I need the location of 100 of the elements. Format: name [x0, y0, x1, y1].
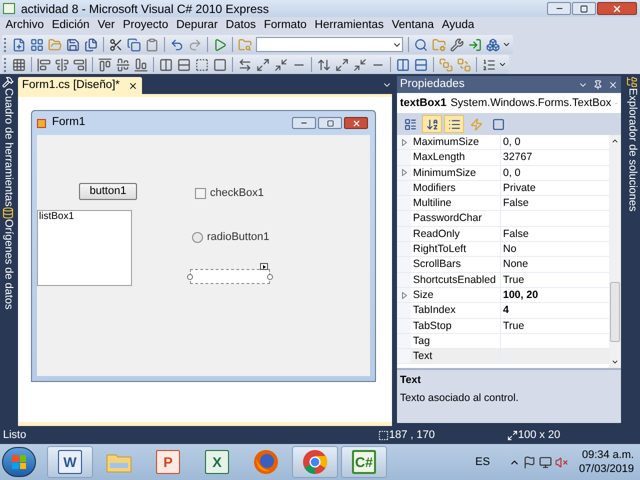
taskbar-button[interactable] [292, 446, 338, 478]
close-button[interactable] [344, 117, 368, 129]
menu-item[interactable]: Datos [222, 16, 260, 34]
property-row[interactable]: MaximumSize 0, 0 [397, 135, 609, 150]
clock-time[interactable]: 09:34 a.m. [582, 448, 634, 462]
form-button[interactable]: button1 [79, 183, 137, 200]
property-value[interactable]: No [501, 242, 609, 256]
horizontal-spacing-icon[interactable] [238, 58, 252, 72]
align-rights-icon[interactable] [73, 58, 87, 72]
expand-icon[interactable] [402, 138, 406, 146]
muted-speaker-icon[interactable] [554, 456, 568, 468]
toolbar-overflow-icon[interactable] [502, 40, 511, 49]
start-button[interactable] [2, 447, 36, 477]
property-row[interactable]: TabIndex 4 [397, 303, 609, 319]
close-button[interactable] [597, 2, 637, 15]
property-value[interactable]: 100, 20 [501, 288, 609, 302]
property-row[interactable]: TabStop True [397, 318, 609, 334]
flag-icon[interactable] [522, 456, 536, 468]
maximize-button[interactable] [318, 117, 342, 129]
save-icon[interactable] [66, 38, 80, 52]
property-value[interactable]: True [501, 318, 609, 333]
menu-item[interactable]: Herramientas [311, 16, 388, 34]
cut-icon[interactable] [109, 38, 123, 52]
same-size-icon[interactable] [195, 58, 209, 72]
checkbox[interactable] [195, 188, 206, 199]
dock-tab[interactable]: Explorador de soluciones [622, 88, 640, 212]
find-icon[interactable] [414, 38, 428, 52]
start-page-icon[interactable] [468, 38, 482, 52]
property-row[interactable]: ScrollBars None [397, 257, 609, 273]
same-height-icon[interactable] [177, 58, 191, 72]
center-vertically-icon[interactable] [414, 58, 428, 72]
selection-handle[interactable] [187, 274, 193, 280]
add-item-icon[interactable] [30, 38, 44, 52]
save-all-icon[interactable] [84, 38, 98, 52]
dock-tab[interactable]: Cuadro de herramientas [0, 88, 18, 207]
vertical-spacing-icon[interactable] [317, 58, 331, 72]
property-value[interactable]: False [501, 196, 609, 210]
property-row[interactable]: Size 100, 20 [397, 288, 609, 304]
size-to-grid-icon[interactable] [213, 58, 227, 72]
property-row[interactable]: Multiline False [397, 196, 609, 212]
property-value[interactable]: None [501, 257, 609, 272]
property-value[interactable]: True [501, 272, 609, 287]
scroll-down-icon[interactable] [611, 358, 619, 366]
menu-item[interactable]: Formato [260, 16, 310, 34]
property-row[interactable]: ShortcutsEnabled True [397, 272, 609, 288]
maximize-button[interactable] [572, 2, 596, 15]
align-tops-icon[interactable] [98, 58, 112, 72]
new-project-icon[interactable] [12, 38, 26, 52]
property-row[interactable]: MaxLength 32767 [397, 150, 609, 166]
property-row[interactable]: PasswordChar [397, 211, 609, 227]
undo-icon[interactable] [170, 38, 184, 52]
property-value[interactable]: 0, 0 [501, 135, 609, 150]
property-value[interactable]: False [501, 226, 609, 242]
property-row[interactable]: ReadOnly False [397, 226, 609, 242]
decrease-vertical-spacing-icon[interactable] [353, 58, 367, 72]
configuration-combo[interactable] [256, 37, 403, 52]
property-value[interactable]: 32767 [501, 150, 609, 165]
dock-tab[interactable]: Orígenes de datos [0, 218, 18, 310]
toolbar-overflow-icon[interactable] [498, 60, 507, 69]
toolbar-grip[interactable] [4, 38, 7, 52]
scroll-thumb[interactable] [610, 282, 620, 342]
document-tab[interactable]: Form1.cs [Diseño]* [18, 77, 142, 94]
menu-item[interactable]: Ayuda [438, 16, 478, 34]
property-value[interactable]: Private [501, 180, 609, 196]
object-browser-icon[interactable] [486, 38, 500, 52]
align-bottoms-icon[interactable] [134, 58, 148, 72]
property-value[interactable]: 4 [501, 303, 609, 318]
property-row[interactable]: MinimumSize 0, 0 [397, 166, 609, 181]
list-icon[interactable] [444, 115, 464, 133]
network-icon[interactable] [538, 456, 552, 468]
sort-alphabetical-icon[interactable] [422, 115, 442, 133]
smart-tag-icon[interactable] [260, 263, 268, 270]
increase-vertical-spacing-icon[interactable] [335, 58, 349, 72]
scroll-up-icon[interactable] [611, 137, 619, 145]
start-debugging-icon[interactable] [213, 38, 227, 52]
language-indicator[interactable]: ES [475, 454, 490, 470]
menu-item[interactable]: Depurar [172, 16, 222, 34]
pin-icon[interactable] [593, 80, 603, 90]
same-width-icon[interactable] [159, 58, 173, 72]
menu-item[interactable]: Ver [94, 16, 118, 34]
object-selector[interactable]: textBox1 System.Windows.Forms.TextBox [397, 93, 621, 113]
align-middles-icon[interactable] [116, 58, 130, 72]
taskbar-button[interactable]: P [145, 446, 191, 478]
increase-spacing-icon[interactable] [256, 58, 270, 72]
center-horizontally-icon[interactable] [396, 58, 410, 72]
menu-item[interactable]: Archivo [2, 16, 48, 34]
tab-order-icon[interactable] [482, 58, 496, 72]
taskbar-button[interactable]: C# [341, 446, 387, 478]
align-lefts-icon[interactable] [37, 58, 51, 72]
taskbar-button[interactable]: X [194, 446, 240, 478]
radio-button[interactable] [192, 232, 203, 243]
toolbar-grip[interactable] [4, 58, 7, 72]
close-tab-icon[interactable] [128, 80, 138, 90]
expand-icon[interactable] [402, 292, 406, 299]
menu-item[interactable]: Edición [48, 16, 94, 34]
property-row[interactable]: Modifiers Private [397, 180, 609, 196]
scrollbar[interactable] [609, 135, 621, 368]
paste-icon[interactable] [145, 38, 159, 52]
property-row[interactable]: Text [397, 349, 609, 364]
align-centers-icon[interactable] [55, 58, 69, 72]
